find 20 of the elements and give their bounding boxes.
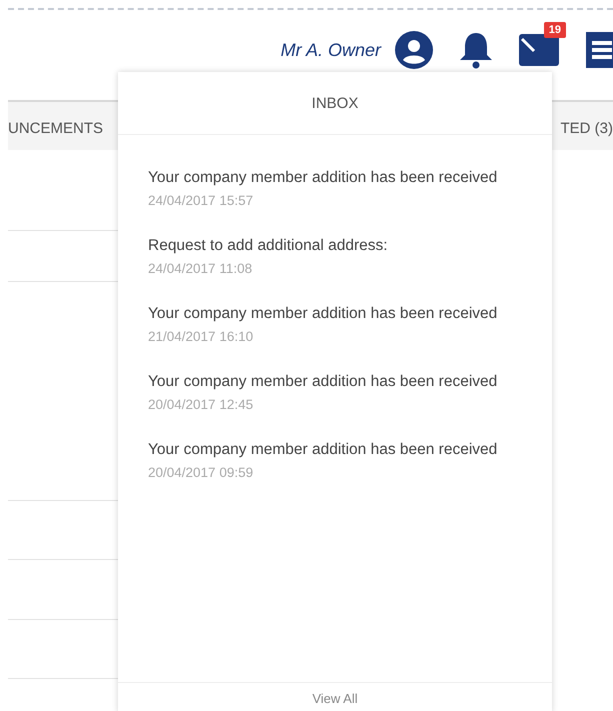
message-text[interactable]: Your company member addition has been received xyxy=(148,301,518,326)
unread-count-badge: 19 xyxy=(544,22,566,38)
inbox-title: INBOX xyxy=(118,72,552,135)
message-text[interactable]: Your company member addition has been received xyxy=(148,165,518,190)
message-time: 24/04/2017 15:57 xyxy=(148,193,254,208)
user-name: Mr A. Owner xyxy=(280,40,381,60)
tab[interactable]: TED (3) xyxy=(560,116,613,136)
message-text[interactable]: Request to add additional address: xyxy=(148,233,518,258)
user-avatar-icon[interactable] xyxy=(395,31,433,69)
tab[interactable]: UNCEMENTS xyxy=(8,116,104,136)
message-time: 21/04/2017 16:10 xyxy=(148,329,254,344)
mail-icon[interactable] xyxy=(519,34,559,66)
bell-icon[interactable] xyxy=(459,31,493,69)
message-time: 20/04/2017 12:45 xyxy=(148,397,254,412)
view-all-link[interactable]: View All xyxy=(118,682,552,711)
message-text[interactable]: Your company member addition has been received xyxy=(148,369,518,394)
message-time: 24/04/2017 11:08 xyxy=(148,261,254,276)
menu-icon[interactable] xyxy=(585,31,613,69)
message-time: 20/04/2017 09:59 xyxy=(148,465,254,480)
message-text[interactable]: Your company member addition has been received xyxy=(148,437,518,462)
